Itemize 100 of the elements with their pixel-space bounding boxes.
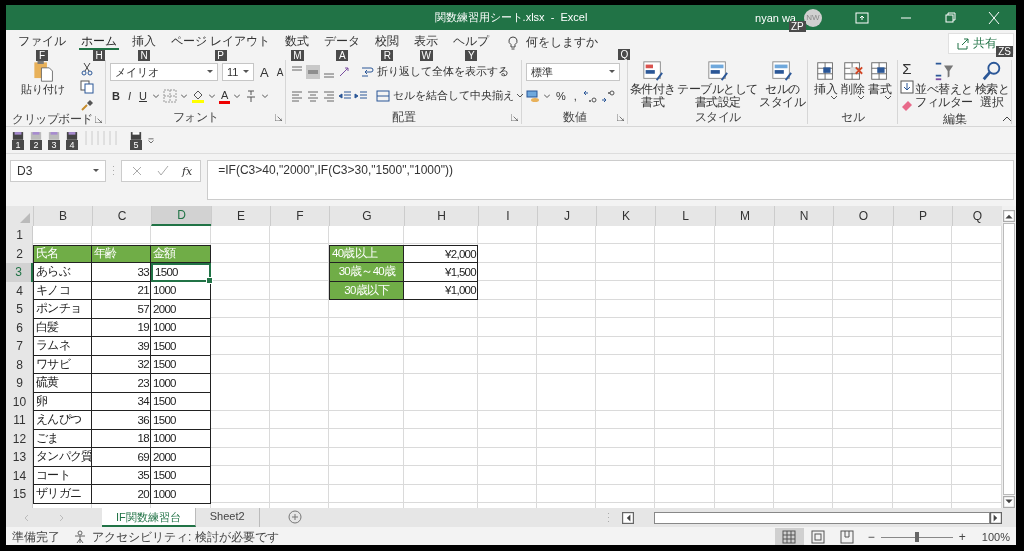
save-icon[interactable] bbox=[12, 130, 24, 140]
normal-view-button[interactable] bbox=[774, 528, 804, 545]
column-header[interactable]: J bbox=[537, 206, 596, 226]
dialog-launcher-icon[interactable] bbox=[617, 113, 624, 121]
row-header[interactable]: 1 bbox=[6, 226, 33, 245]
enter-icon[interactable] bbox=[156, 164, 170, 178]
grow-font-button[interactable]: A bbox=[258, 64, 271, 80]
shrink-font-button[interactable]: A bbox=[274, 66, 286, 78]
ribbon-tab[interactable]: ヘルプ bbox=[451, 34, 492, 50]
zoom-slider[interactable] bbox=[914, 531, 919, 542]
column-header[interactable]: P bbox=[893, 206, 952, 226]
align-center-icon[interactable] bbox=[306, 89, 320, 103]
column-header[interactable]: I bbox=[478, 206, 537, 226]
fill-color-icon[interactable] bbox=[190, 89, 205, 103]
copy-icon[interactable] bbox=[79, 80, 94, 94]
align-middle-icon[interactable] bbox=[306, 65, 320, 79]
style-button[interactable]: 条件付き 書式 bbox=[629, 60, 676, 109]
row-header[interactable]: 7 bbox=[6, 337, 33, 356]
caret-icon[interactable] bbox=[544, 93, 550, 99]
dialog-launcher-icon[interactable] bbox=[275, 113, 282, 121]
ribbon-tab[interactable]: ページ レイアウト bbox=[169, 34, 273, 50]
caret-icon[interactable] bbox=[152, 93, 159, 99]
scroll-up-icon[interactable] bbox=[1003, 210, 1015, 222]
orientation-icon[interactable] bbox=[338, 65, 352, 79]
caret-icon[interactable] bbox=[234, 93, 241, 99]
wrap-text-button[interactable]: 折り返して全体を表示する bbox=[360, 65, 509, 79]
paste-button[interactable]: 貼り付け bbox=[21, 60, 66, 95]
percent-button[interactable]: % bbox=[554, 90, 568, 102]
column-header[interactable]: N bbox=[774, 206, 833, 226]
dialog-launcher-icon[interactable] bbox=[511, 113, 518, 121]
column-header[interactable]: L bbox=[655, 206, 715, 226]
cancel-icon[interactable] bbox=[130, 164, 144, 178]
align-left-icon[interactable] bbox=[290, 89, 304, 103]
row-header[interactable]: 9 bbox=[6, 374, 33, 393]
dialog-launcher-icon[interactable] bbox=[95, 115, 102, 123]
ribbon-tab[interactable]: 数式 bbox=[283, 34, 312, 50]
row-header[interactable]: 8 bbox=[6, 355, 33, 374]
undo-icon[interactable] bbox=[30, 130, 42, 140]
column-header[interactable]: O bbox=[833, 206, 893, 226]
font-name-dropdown[interactable]: メイリオ bbox=[110, 63, 218, 81]
number-format-dropdown[interactable]: 標準 bbox=[526, 63, 620, 81]
column-header[interactable]: F bbox=[270, 206, 329, 226]
scrollbar-thumb[interactable] bbox=[1003, 223, 1015, 495]
decrease-decimal-icon[interactable] bbox=[600, 89, 615, 103]
caret-icon[interactable] bbox=[208, 93, 215, 99]
zoom-out-button[interactable]: − bbox=[867, 530, 875, 544]
currency-icon[interactable] bbox=[526, 89, 540, 103]
zoom-level[interactable]: 100% bbox=[981, 531, 1010, 543]
ribbon-tab[interactable]: 挿入 bbox=[130, 34, 158, 50]
font-style-button[interactable]: I bbox=[125, 90, 133, 102]
row-header[interactable]: 2 bbox=[6, 244, 33, 263]
ribbon-tab[interactable]: データ bbox=[322, 34, 363, 50]
caret-icon[interactable] bbox=[180, 93, 187, 99]
fill-down-icon[interactable] bbox=[899, 80, 914, 94]
increase-decimal-icon[interactable] bbox=[582, 89, 597, 103]
row-header[interactable]: 6 bbox=[6, 318, 33, 337]
column-header[interactable]: E bbox=[211, 206, 270, 226]
column-header[interactable]: H bbox=[404, 206, 478, 226]
row-header[interactable]: 13 bbox=[6, 448, 33, 467]
scroll-right-icon[interactable] bbox=[990, 511, 1002, 524]
document-icon[interactable] bbox=[130, 130, 142, 140]
ribbon-display-icon[interactable] bbox=[855, 11, 869, 24]
font-style-button[interactable]: U bbox=[137, 90, 149, 102]
restore-icon[interactable] bbox=[943, 11, 957, 24]
insert-function-button[interactable]: fx bbox=[182, 164, 193, 178]
ribbon-tab[interactable]: 表示 bbox=[412, 34, 441, 50]
merge-center-button[interactable]: セルを結合して中央揃え bbox=[376, 89, 523, 103]
autosum-button[interactable]: Σ bbox=[902, 62, 912, 76]
customize-toolbar-icon[interactable] bbox=[148, 137, 154, 143]
editing-button[interactable]: 検索と 選択 bbox=[974, 60, 1010, 109]
close-icon[interactable] bbox=[987, 11, 1001, 24]
font-size-dropdown[interactable]: 11 bbox=[222, 63, 254, 81]
save-icon[interactable] bbox=[66, 130, 78, 140]
accessibility-status[interactable]: アクセシビリティ: 検討が必要です bbox=[74, 529, 279, 545]
scroll-left-icon[interactable] bbox=[622, 511, 634, 524]
cells-button[interactable]: 挿入 bbox=[814, 60, 837, 100]
cells-button[interactable]: 書式 bbox=[868, 60, 891, 100]
caret-icon[interactable] bbox=[262, 93, 269, 99]
name-box[interactable]: D3 bbox=[10, 160, 106, 182]
fill-handle[interactable] bbox=[206, 276, 213, 284]
font-style-button[interactable]: B bbox=[110, 90, 122, 102]
row-header[interactable]: 15 bbox=[6, 485, 33, 504]
column-header[interactable]: K bbox=[596, 206, 655, 226]
redo-icon[interactable] bbox=[48, 130, 60, 140]
ribbon-tab[interactable]: 校閲 bbox=[373, 34, 402, 50]
scrollbar-thumb[interactable] bbox=[654, 511, 990, 524]
row-header[interactable]: 4 bbox=[6, 281, 33, 300]
scissors-icon[interactable] bbox=[79, 62, 94, 76]
row-header[interactable]: 3 bbox=[6, 263, 33, 282]
style-button[interactable]: セルの スタイル bbox=[759, 60, 806, 109]
cells-button[interactable]: 削除 bbox=[841, 60, 864, 100]
editing-button[interactable]: 並べ替えと フィルター bbox=[915, 60, 973, 109]
column-header[interactable]: D bbox=[151, 206, 211, 226]
row-header[interactable]: 5 bbox=[6, 300, 33, 319]
tell-me-search[interactable]: 何をしますか bbox=[508, 34, 599, 51]
ribbon-tab[interactable]: ファイル bbox=[16, 34, 68, 50]
brush-icon[interactable] bbox=[79, 98, 94, 112]
column-header[interactable]: B bbox=[33, 206, 92, 226]
row-header[interactable]: 14 bbox=[6, 466, 33, 485]
row-header[interactable]: 10 bbox=[6, 392, 33, 411]
